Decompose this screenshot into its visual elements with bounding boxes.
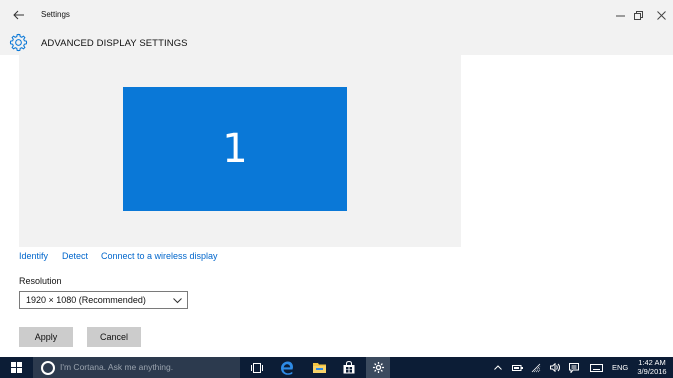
action-center-icon[interactable] bbox=[566, 357, 582, 378]
page-header: ADVANCED DISPLAY SETTINGS bbox=[0, 30, 673, 55]
cortana-icon bbox=[41, 361, 55, 375]
clock[interactable]: 1:42 AM 3/9/2016 bbox=[632, 358, 672, 376]
search-placeholder: I'm Cortana. Ask me anything. bbox=[60, 362, 174, 372]
resolution-value: 1920 × 1080 (Recommended) bbox=[26, 295, 146, 305]
settings-icon[interactable] bbox=[366, 357, 390, 378]
page-title: ADVANCED DISPLAY SETTINGS bbox=[41, 38, 188, 49]
window-title: Settings bbox=[41, 10, 70, 19]
resolution-dropdown[interactable]: 1920 × 1080 (Recommended) bbox=[19, 291, 188, 309]
back-arrow-icon[interactable] bbox=[8, 7, 30, 23]
cortana-search-box[interactable]: I'm Cortana. Ask me anything. bbox=[33, 357, 240, 378]
detect-link[interactable]: Detect bbox=[62, 251, 88, 261]
task-view-icon[interactable] bbox=[245, 357, 269, 378]
clock-time: 1:42 AM bbox=[638, 358, 666, 367]
cancel-button[interactable]: Cancel bbox=[87, 327, 141, 347]
title-bar: Settings bbox=[0, 0, 673, 30]
display-arrangement-area: 1 bbox=[19, 55, 461, 247]
taskbar: I'm Cortana. Ask me anything. ENG 1:42 A… bbox=[0, 357, 673, 378]
language-indicator[interactable]: ENG bbox=[612, 363, 628, 372]
monitor-tile[interactable]: 1 bbox=[123, 87, 347, 211]
resolution-label: Resolution bbox=[19, 276, 62, 286]
clock-date: 3/9/2016 bbox=[637, 367, 667, 376]
gear-icon bbox=[9, 33, 28, 52]
network-icon[interactable] bbox=[528, 357, 544, 378]
store-icon[interactable] bbox=[337, 357, 361, 378]
apply-button[interactable]: Apply bbox=[19, 327, 73, 347]
chevron-down-icon bbox=[173, 296, 182, 304]
volume-icon[interactable] bbox=[547, 357, 563, 378]
identify-link[interactable]: Identify bbox=[19, 251, 48, 261]
windows-start-icon[interactable] bbox=[0, 357, 33, 378]
file-explorer-icon[interactable] bbox=[307, 357, 331, 378]
minimize-icon[interactable] bbox=[611, 8, 629, 22]
battery-icon[interactable] bbox=[509, 357, 525, 378]
wireless-display-link[interactable]: Connect to a wireless display bbox=[101, 251, 218, 261]
edge-icon[interactable] bbox=[275, 357, 299, 378]
maximize-icon[interactable] bbox=[629, 8, 647, 22]
chevron-up-icon[interactable] bbox=[490, 357, 506, 378]
close-icon[interactable] bbox=[652, 8, 670, 22]
keyboard-icon[interactable] bbox=[588, 357, 604, 378]
monitor-number: 1 bbox=[222, 126, 248, 172]
